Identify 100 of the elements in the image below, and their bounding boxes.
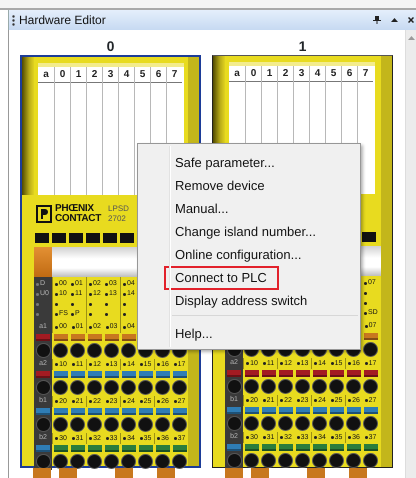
- logo-icon: [36, 205, 52, 223]
- release-lever[interactable]: [156, 408, 170, 415]
- release-lever[interactable]: [262, 370, 276, 377]
- scrollbar[interactable]: [405, 30, 416, 478]
- terminal-dot-icon: [106, 400, 109, 403]
- brand-name: CONTACT: [55, 214, 102, 224]
- release-lever[interactable]: [104, 371, 118, 378]
- terminal-hole: [279, 380, 292, 393]
- release-lever[interactable]: [278, 444, 292, 451]
- terminal-dot-icon: [89, 400, 92, 403]
- terminal-hole: [330, 417, 343, 430]
- terminal-dot-icon: [348, 362, 352, 365]
- release-lever[interactable]: [156, 445, 170, 452]
- led-icon: [36, 292, 39, 296]
- release-lever[interactable]: [70, 408, 84, 415]
- release-lever[interactable]: [54, 371, 68, 378]
- terminal-hole: [156, 418, 169, 431]
- release-lever[interactable]: [244, 407, 258, 414]
- release-lever[interactable]: [54, 334, 68, 341]
- terminal-hole: [262, 417, 275, 430]
- led-icon: [105, 312, 108, 316]
- terminal-dot-icon: [330, 399, 334, 402]
- release-lever[interactable]: [88, 371, 102, 378]
- release-lever[interactable]: [296, 370, 310, 377]
- release-lever[interactable]: [364, 407, 378, 414]
- terminal-hole: [36, 418, 50, 431]
- release-lever[interactable]: [70, 334, 84, 341]
- menu-item[interactable]: Connect to PLC: [164, 266, 279, 290]
- terminal-hole: [71, 381, 84, 394]
- release-lever[interactable]: [330, 407, 344, 414]
- release-lever[interactable]: [312, 407, 326, 414]
- release-lever[interactable]: [330, 444, 344, 451]
- release-lever[interactable]: [70, 445, 84, 452]
- terminal-hole: [139, 455, 152, 468]
- release-lever[interactable]: [312, 370, 326, 377]
- close-icon[interactable]: [408, 17, 414, 23]
- terminal-dot-icon: [89, 326, 92, 328]
- terminal-dot-icon: [296, 436, 300, 439]
- terminal-dot-icon: [123, 363, 126, 366]
- release-lever[interactable]: [364, 444, 378, 451]
- terminal-dot-icon: [140, 363, 143, 366]
- terminal-hole: [105, 381, 118, 394]
- release-lever[interactable]: [88, 445, 102, 452]
- release-lever[interactable]: [70, 371, 84, 378]
- release-lever[interactable]: [346, 370, 360, 377]
- release-lever[interactable]: [296, 444, 310, 451]
- terminal-dot-icon: [89, 363, 92, 366]
- column-header: 1: [71, 67, 86, 83]
- release-lever[interactable]: [122, 445, 136, 452]
- terminal-hole: [122, 381, 135, 394]
- release-lever[interactable]: [138, 408, 152, 415]
- release-lever[interactable]: [122, 371, 136, 378]
- release-lever[interactable]: [54, 445, 68, 452]
- column-header: 1: [262, 66, 277, 82]
- column-header: 0: [246, 66, 261, 82]
- release-lever[interactable]: [156, 371, 170, 378]
- led-icon: [36, 312, 39, 316]
- column-header: 2: [278, 66, 293, 82]
- release-lever[interactable]: [278, 407, 292, 414]
- terminal-hole: [156, 455, 169, 468]
- release-lever[interactable]: [122, 408, 136, 415]
- led-icon: [71, 302, 74, 306]
- column-header: 0: [55, 67, 70, 83]
- release-lever[interactable]: [364, 370, 378, 377]
- terminal-hole: [173, 455, 186, 468]
- collapse-icon[interactable]: [391, 18, 398, 22]
- release-lever[interactable]: [262, 444, 276, 451]
- terminal-dot-icon: [89, 437, 92, 440]
- release-lever[interactable]: [346, 444, 360, 451]
- release-lever[interactable]: [312, 444, 326, 451]
- model-label: LPSD: [108, 204, 129, 214]
- mounting-foot: [251, 468, 269, 478]
- release-lever[interactable]: [262, 407, 276, 414]
- release-lever[interactable]: [54, 408, 68, 415]
- release-lever[interactable]: [278, 370, 292, 377]
- release-lever[interactable]: [104, 334, 118, 341]
- terminal-hole: [296, 380, 309, 393]
- release-lever[interactable]: [104, 408, 118, 415]
- release-lever[interactable]: [346, 407, 360, 414]
- release-lever[interactable]: [138, 371, 152, 378]
- release-lever[interactable]: [88, 408, 102, 415]
- release-lever[interactable]: [244, 444, 258, 451]
- release-lever[interactable]: [330, 370, 344, 377]
- release-lever[interactable]: [172, 445, 186, 452]
- terminal-dot-icon: [246, 399, 250, 402]
- terminal-hole: [71, 418, 84, 431]
- column-header: 2: [87, 67, 102, 83]
- release-lever[interactable]: [138, 445, 152, 452]
- release-lever[interactable]: [364, 333, 378, 340]
- terminal-hole: [88, 381, 101, 394]
- terminal-hole: [139, 381, 152, 394]
- release-lever[interactable]: [172, 371, 186, 378]
- terminal-hole: [245, 417, 258, 430]
- release-lever[interactable]: [122, 334, 136, 341]
- release-lever[interactable]: [172, 408, 186, 415]
- release-lever[interactable]: [104, 445, 118, 452]
- release-lever[interactable]: [296, 407, 310, 414]
- release-lever[interactable]: [88, 334, 102, 341]
- pin-icon[interactable]: [373, 16, 381, 24]
- release-lever[interactable]: [244, 370, 258, 377]
